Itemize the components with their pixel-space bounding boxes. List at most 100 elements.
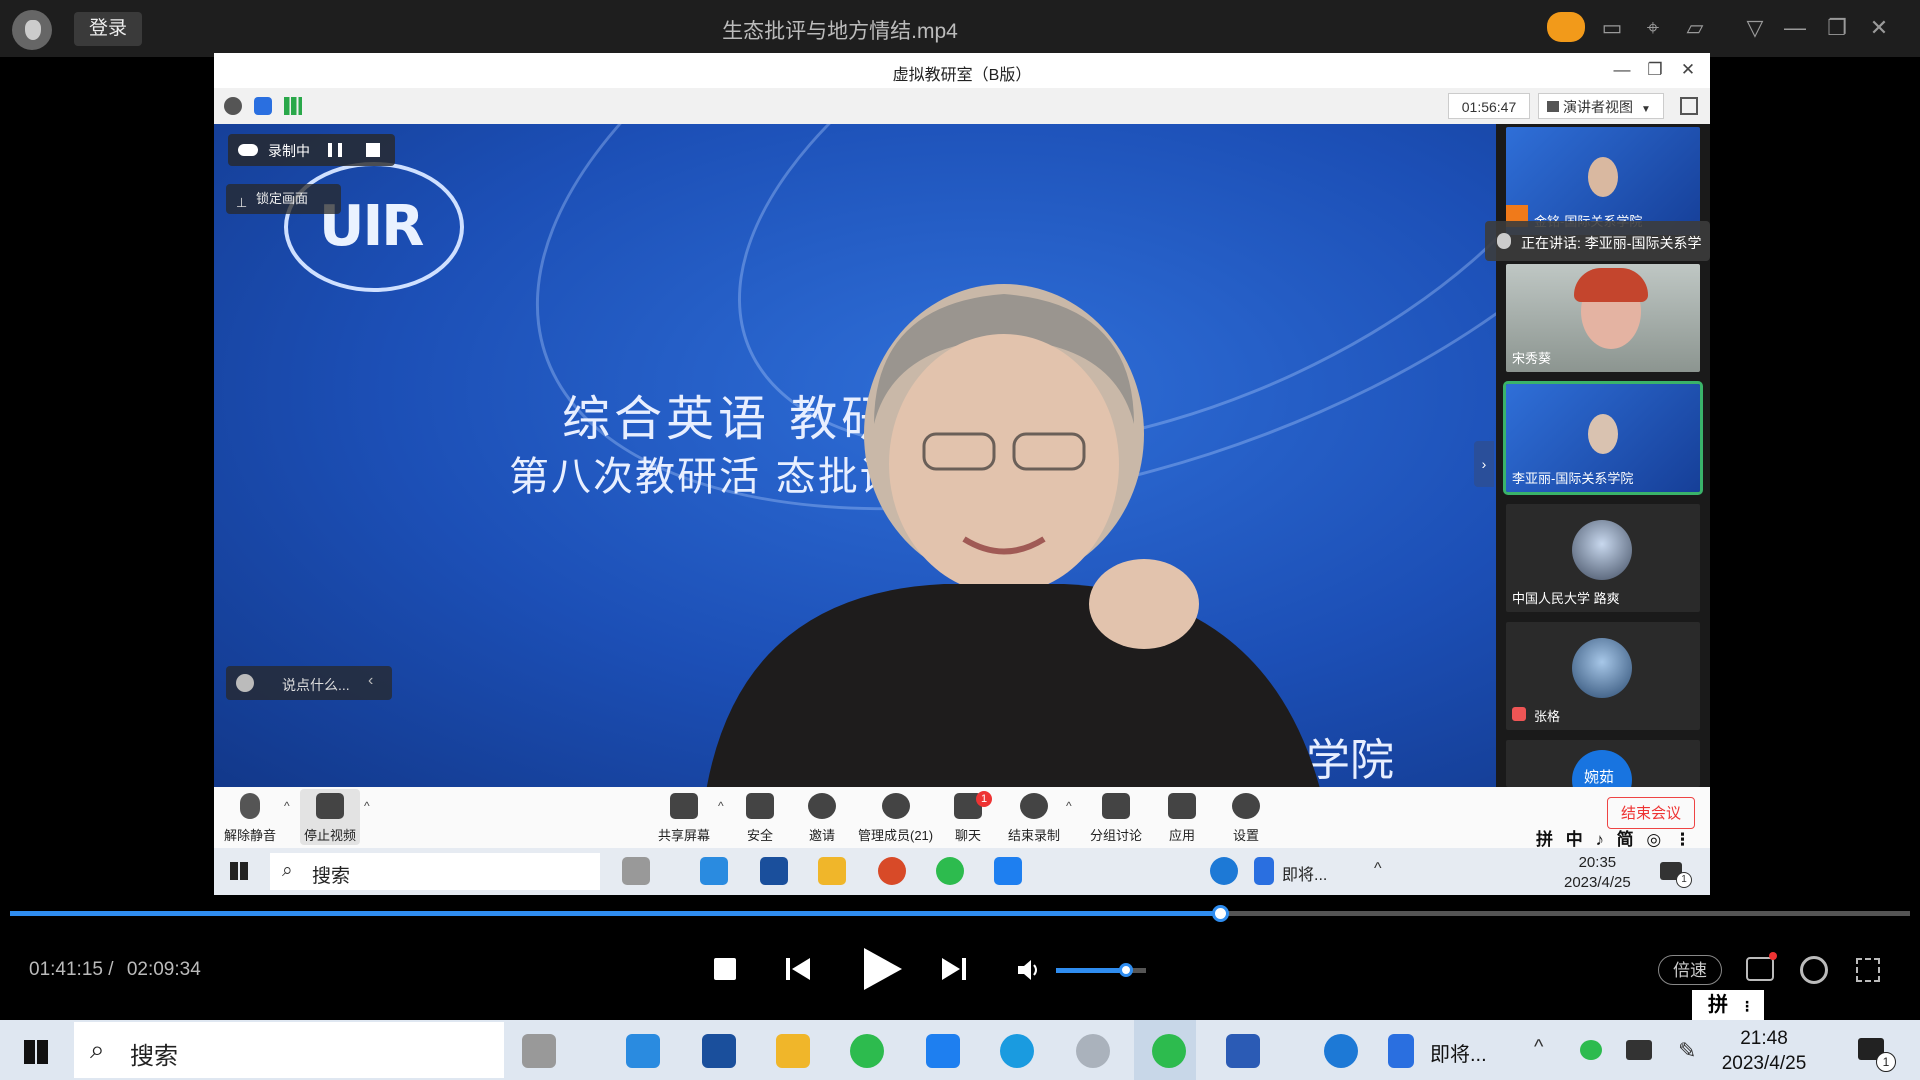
manage-members-button[interactable]: 管理成员(21) xyxy=(858,793,933,844)
emoji-icon[interactable] xyxy=(236,674,254,692)
invite-button[interactable]: 邀请 xyxy=(808,793,836,844)
unmute-button[interactable]: 解除静音 xyxy=(224,793,276,844)
share-screen-button[interactable]: 共享屏幕 xyxy=(658,793,710,844)
time-display: 01:41:15 / 02:09:34 xyxy=(29,959,201,981)
end-recording-button[interactable]: 结束录制 xyxy=(1008,793,1060,844)
collapse-panel-button[interactable]: › xyxy=(1474,441,1494,487)
chevron-up-icon[interactable]: ^ xyxy=(284,799,290,813)
wechat-icon[interactable] xyxy=(936,857,964,885)
meeting-app-icon[interactable] xyxy=(1152,1034,1186,1068)
folder-icon[interactable]: ▱ xyxy=(1680,14,1710,42)
view-mode-dropdown[interactable]: 演讲者视图 ▼ xyxy=(1538,93,1664,119)
inner-clock[interactable]: 20:35 2023/4/25 xyxy=(1564,853,1631,893)
windows-start-icon[interactable] xyxy=(24,1040,48,1064)
meeting-restore-icon[interactable]: ❐ xyxy=(1642,58,1668,82)
taskbar-app-label[interactable]: 即将... xyxy=(1282,861,1327,885)
app-icon[interactable] xyxy=(626,1034,660,1068)
chat-input-pill[interactable]: 说点什么... ‹ xyxy=(226,666,392,700)
menu-dropdown-icon[interactable]: ▽ xyxy=(1740,14,1770,42)
battery-icon[interactable] xyxy=(1626,1040,1652,1060)
stop-icon[interactable] xyxy=(714,958,736,980)
pen-icon[interactable]: ✎ xyxy=(1678,1038,1696,1064)
file-explorer-icon[interactable] xyxy=(818,857,846,885)
app-icon[interactable] xyxy=(926,1034,960,1068)
task-view-icon[interactable] xyxy=(622,857,650,885)
participant-tile[interactable]: 婉茹 xyxy=(1506,740,1700,787)
chevron-left-icon[interactable]: ‹ xyxy=(368,672,373,690)
app-icon[interactable] xyxy=(700,857,728,885)
gamepad-icon[interactable] xyxy=(1547,12,1585,42)
view-mode-label: 演讲者视图 xyxy=(1563,99,1633,115)
settings-button[interactable]: 设置 xyxy=(1232,793,1260,844)
video-file-title: 生态批评与地方情结.mp4 xyxy=(722,20,958,43)
app-icon[interactable] xyxy=(994,857,1022,885)
help-icon[interactable] xyxy=(1210,857,1238,885)
close-icon[interactable]: ✕ xyxy=(1864,14,1894,42)
login-button[interactable]: 登录 xyxy=(74,12,142,46)
meeting-minimize-icon[interactable]: — xyxy=(1609,58,1635,82)
volume-handle[interactable] xyxy=(1119,963,1134,977)
taskbar-search-box[interactable]: ⌕ 搜索 xyxy=(270,853,600,890)
participant-tile[interactable]: 张格 xyxy=(1506,622,1700,730)
help-icon[interactable] xyxy=(1324,1034,1358,1068)
camera-icon xyxy=(316,793,344,819)
wechat-icon[interactable] xyxy=(850,1034,884,1068)
gear-icon[interactable] xyxy=(1800,956,1828,984)
restore-icon[interactable]: ❐ xyxy=(1822,14,1852,42)
app-icon[interactable] xyxy=(702,1034,736,1068)
document-icon[interactable] xyxy=(1254,857,1274,885)
taskbar-search-box[interactable]: ⌕ 搜索 xyxy=(74,1022,504,1078)
app-icon[interactable] xyxy=(760,857,788,885)
chevron-up-icon[interactable]: ^ xyxy=(1534,1036,1543,1059)
participant-tile[interactable]: 中国人民大学 路爽 xyxy=(1506,504,1700,612)
player-title-bar: 登录 生态批评与地方情结.mp4 ▭ ⌖ ▱ ▽ — ❐ ✕ xyxy=(0,0,1920,57)
powerpoint-icon[interactable] xyxy=(878,857,906,885)
main-video-area[interactable]: UIR 综合英语 教研室 第八次教研活 态批评与地方情结 际関係学院 录制中 ⊥… xyxy=(214,124,1496,787)
avatar xyxy=(1572,520,1632,580)
fullscreen-icon[interactable] xyxy=(1856,958,1880,982)
inner-taskbar: ⌕ 搜索 即将... ^ 20:35 2023/4/25 1 xyxy=(214,848,1710,895)
fullscreen-icon[interactable] xyxy=(1680,97,1698,115)
participant-tile[interactable]: 金铭-国际关系学院 xyxy=(1506,127,1700,235)
lock-screen-button[interactable]: ⊥ 锁定画面 xyxy=(226,184,341,214)
security-button[interactable]: 安全 xyxy=(746,793,774,844)
chevron-up-icon[interactable]: ^ xyxy=(1066,799,1072,813)
ime-toolbar[interactable]: 拼 中 ♪ 简 ◎ ⋮ xyxy=(1536,825,1695,850)
edge-browser-icon[interactable] xyxy=(1000,1034,1034,1068)
participant-tile-active[interactable]: 李亚丽-国际关系学院 xyxy=(1503,381,1703,495)
shield-icon[interactable] xyxy=(254,97,272,115)
stop-video-button[interactable]: 停止视频 xyxy=(300,789,360,845)
progress-handle[interactable] xyxy=(1212,905,1230,922)
windows-start-icon[interactable] xyxy=(230,862,248,880)
meeting-close-icon[interactable]: ✕ xyxy=(1675,58,1701,82)
previous-icon[interactable] xyxy=(784,955,812,983)
info-icon[interactable] xyxy=(224,97,242,115)
microphone-icon xyxy=(1497,233,1511,249)
breakout-rooms-button[interactable]: 分组讨论 xyxy=(1090,793,1142,844)
minimize-icon[interactable]: — xyxy=(1780,14,1810,42)
playback-speed-button[interactable]: 倍速 xyxy=(1658,955,1722,985)
participant-tile[interactable]: 宋秀葵 xyxy=(1506,264,1700,372)
task-view-icon[interactable] xyxy=(522,1034,556,1068)
pin-icon[interactable]: ⌖ xyxy=(1638,14,1668,42)
word-icon[interactable] xyxy=(1226,1034,1260,1068)
document-icon[interactable] xyxy=(1388,1034,1414,1068)
next-icon[interactable] xyxy=(940,955,968,983)
volume-icon[interactable] xyxy=(1016,958,1042,982)
pause-recording-icon[interactable] xyxy=(328,143,342,157)
play-icon[interactable] xyxy=(858,946,904,992)
playlist-icon[interactable] xyxy=(1746,957,1774,981)
apps-button[interactable]: 应用 xyxy=(1168,793,1196,844)
stop-recording-icon[interactable] xyxy=(366,143,380,157)
chevron-up-icon[interactable]: ^ xyxy=(364,799,370,813)
file-explorer-icon[interactable] xyxy=(776,1034,810,1068)
wechat-tray-icon[interactable] xyxy=(1580,1040,1602,1060)
signal-icon[interactable] xyxy=(284,97,302,115)
chevron-up-icon[interactable]: ^ xyxy=(1374,860,1382,878)
window-layout-icon[interactable]: ▭ xyxy=(1597,14,1627,42)
system-clock[interactable]: 21:48 2023/4/25 xyxy=(1704,1026,1824,1076)
ime-indicator[interactable]: 拼 ⋮ xyxy=(1692,990,1764,1020)
taskbar-app-label[interactable]: 即将... xyxy=(1430,1038,1487,1067)
chevron-up-icon[interactable]: ^ xyxy=(718,799,724,813)
app-icon[interactable] xyxy=(1076,1034,1110,1068)
